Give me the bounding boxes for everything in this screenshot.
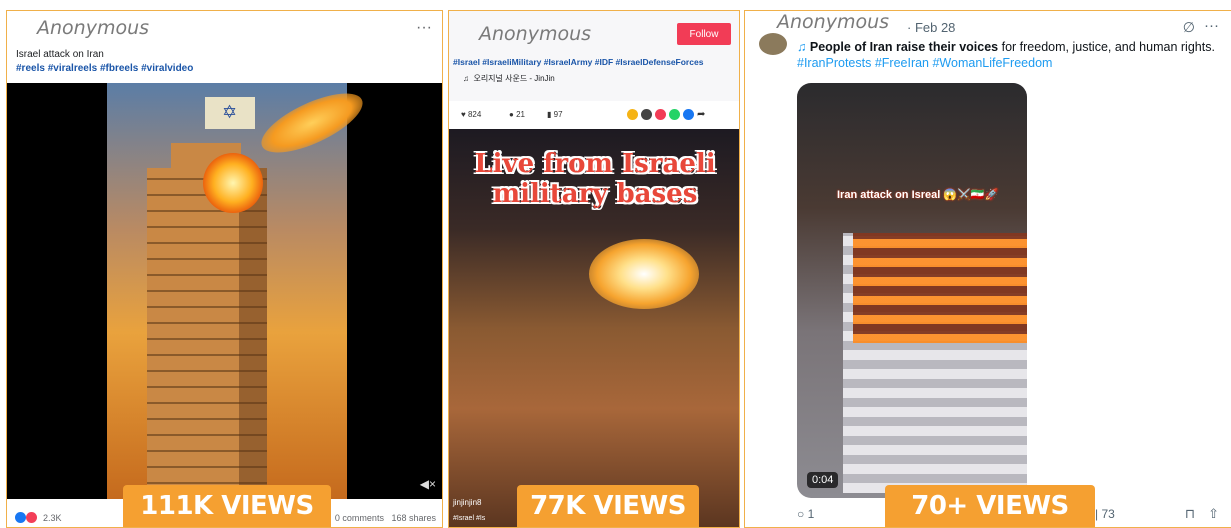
save-action[interactable]: ▮ 97	[547, 110, 563, 119]
post-hashtags[interactable]: #Israel #IsraeliMilitary #IsraelArmy #ID…	[453, 57, 703, 67]
share-icon[interactable]: ⇧	[1208, 506, 1219, 522]
facebook-icon[interactable]	[683, 109, 694, 121]
post-date[interactable]: · Feb 28	[907, 20, 955, 35]
mute-icon[interactable]: ◀×	[420, 477, 436, 491]
video-overlay-text: Iran attack on Isreal 😱⚔️🇮🇷🚀	[837, 189, 999, 201]
video-duration: 0:04	[807, 472, 839, 488]
like-icon	[15, 512, 26, 523]
post-text-bold: People of Iran raise their voices	[809, 40, 999, 54]
video-hashtags: #Israel #Is	[453, 515, 486, 522]
whatsapp-icon[interactable]	[669, 109, 680, 121]
post-text: ♫ People of Iran raise their voices for …	[797, 39, 1217, 71]
follow-button[interactable]: Follow	[677, 23, 731, 45]
bookmark-icon[interactable]: ⊓	[1185, 506, 1195, 522]
music-note-icon: ♫	[463, 74, 469, 83]
sound-name: 오리지널 사운드 - JinJin	[473, 74, 555, 83]
reaction-count: 2.3K	[43, 512, 62, 523]
engagement-counts: 0 comments 168 shares	[335, 513, 436, 523]
like-action[interactable]: ♥ 824	[461, 110, 481, 119]
reply-action[interactable]: ○ 1	[797, 507, 814, 521]
post-hashtags[interactable]: #reels #viralreels #fbreels #viralvideo	[16, 63, 193, 74]
reply-icon: ○	[797, 507, 805, 521]
video-frame: ✡	[107, 81, 371, 499]
author-name[interactable]: Anonymous	[479, 23, 591, 45]
share-icons[interactable]: ➦	[627, 109, 705, 121]
post-hashtags[interactable]: #IranProtests #FreeIran #WomanLifeFreedo…	[797, 56, 1052, 70]
reaction-summary[interactable]: 2.3K	[15, 512, 62, 523]
tiktok-post-panel: Anonymous Follow #Israel #IsraeliMilitar…	[448, 10, 740, 528]
post-header: Anonymous Follow #Israel #IsraeliMilitar…	[449, 11, 739, 101]
tiktok-coin-icon[interactable]	[627, 109, 638, 121]
sound-row[interactable]: ♫ 오리지널 사운드 - JinJin	[463, 73, 555, 84]
x-video[interactable]: Iran attack on Isreal 😱⚔️🇮🇷🚀 0:04	[797, 83, 1027, 498]
video-username: jinjinjin8	[453, 498, 482, 507]
tiktok-video[interactable]: Live from Israeli military bases jinjinj…	[449, 129, 739, 527]
video-overlay-text: Live from Israeli military bases	[474, 149, 716, 209]
save-count: 97	[553, 110, 563, 119]
more-options-icon[interactable]: ···	[416, 19, 432, 37]
embed-icon[interactable]	[641, 109, 652, 121]
love-icon	[26, 512, 37, 523]
post-text-rest: for freedom, justice, and human rights.	[998, 40, 1215, 54]
explosion-graphic	[589, 239, 699, 309]
views-action[interactable]: | 73	[1095, 507, 1115, 521]
share-count[interactable]: 168 shares	[391, 513, 436, 523]
comment-action[interactable]: ● 21	[509, 110, 525, 119]
views-badge: 77K VIEWS	[517, 485, 699, 527]
author-name[interactable]: Anonymous	[37, 17, 149, 39]
reel-video[interactable]: ✡ ◀×	[7, 81, 442, 499]
reply-count: 1	[807, 507, 815, 521]
comment-count: 21	[516, 110, 525, 119]
views-badge: 111K VIEWS	[123, 485, 331, 527]
facebook-post-panel: Anonymous ··· Israel attack on Iran #ree…	[6, 10, 443, 528]
avatar[interactable]	[759, 33, 787, 55]
action-bar: ♥ 824 ● 21 ▮ 97 ➦	[449, 101, 739, 129]
post-caption: Israel attack on Iran	[16, 49, 104, 60]
flag-icon: ✡	[205, 97, 255, 129]
fire-graphic	[853, 233, 1027, 343]
author-name[interactable]: Anonymous	[777, 11, 889, 33]
views-badge: 70+ VIEWS	[885, 485, 1095, 527]
x-post-panel: Anonymous · Feb 28 ∅ ··· ♫ People of Ira…	[744, 10, 1231, 528]
music-note-icon: ♫	[797, 40, 807, 54]
view-count: 73	[1101, 507, 1115, 521]
comment-count[interactable]: 0 comments	[335, 513, 384, 523]
grok-icon[interactable]: ∅	[1183, 19, 1195, 36]
more-options-icon[interactable]: ···	[1204, 17, 1219, 34]
like-count: 824	[467, 110, 482, 119]
send-icon[interactable]	[655, 109, 666, 121]
share-arrow-icon[interactable]: ➦	[697, 109, 705, 120]
